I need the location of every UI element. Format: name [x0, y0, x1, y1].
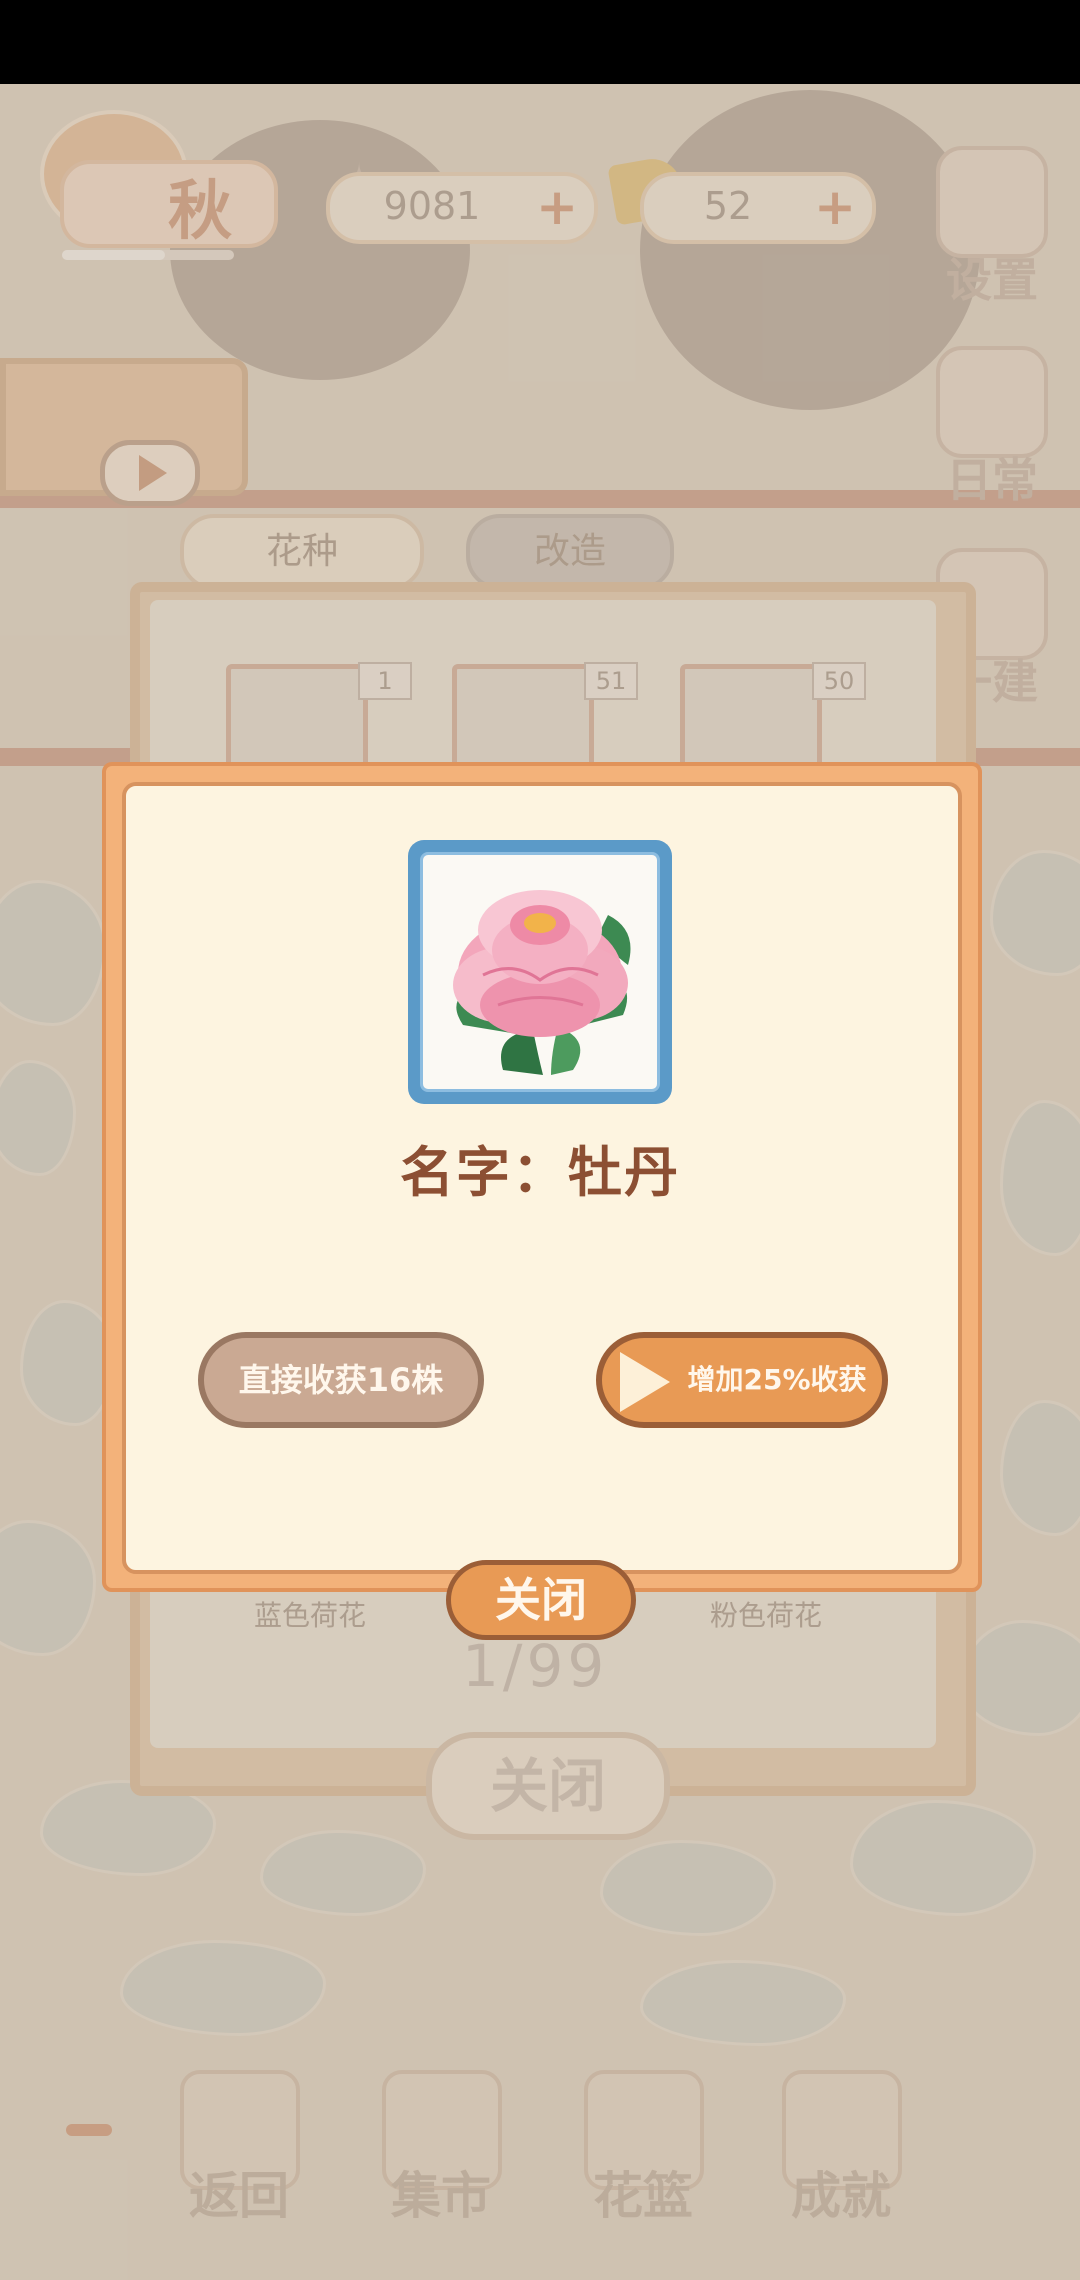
flower-image-canvas [420, 852, 660, 1092]
dialog-close-button[interactable]: 关闭 [446, 1560, 636, 1640]
flower-name-row: 名字：牡丹 [0, 1128, 1080, 1207]
status-bar [0, 0, 1080, 84]
play-icon [620, 1352, 670, 1412]
boost-harvest-label: 增加25%收获 [687, 1363, 867, 1396]
peony-flower-image [453, 890, 631, 1075]
flower-name-prefix: 名字： [400, 1141, 568, 1204]
boost-harvest-button[interactable]: 增加25%收获 [596, 1332, 888, 1428]
harvest-now-button[interactable]: 直接收获16株 [198, 1332, 484, 1428]
flower-image-frame [408, 840, 672, 1104]
flower-name: 牡丹 [568, 1141, 680, 1204]
